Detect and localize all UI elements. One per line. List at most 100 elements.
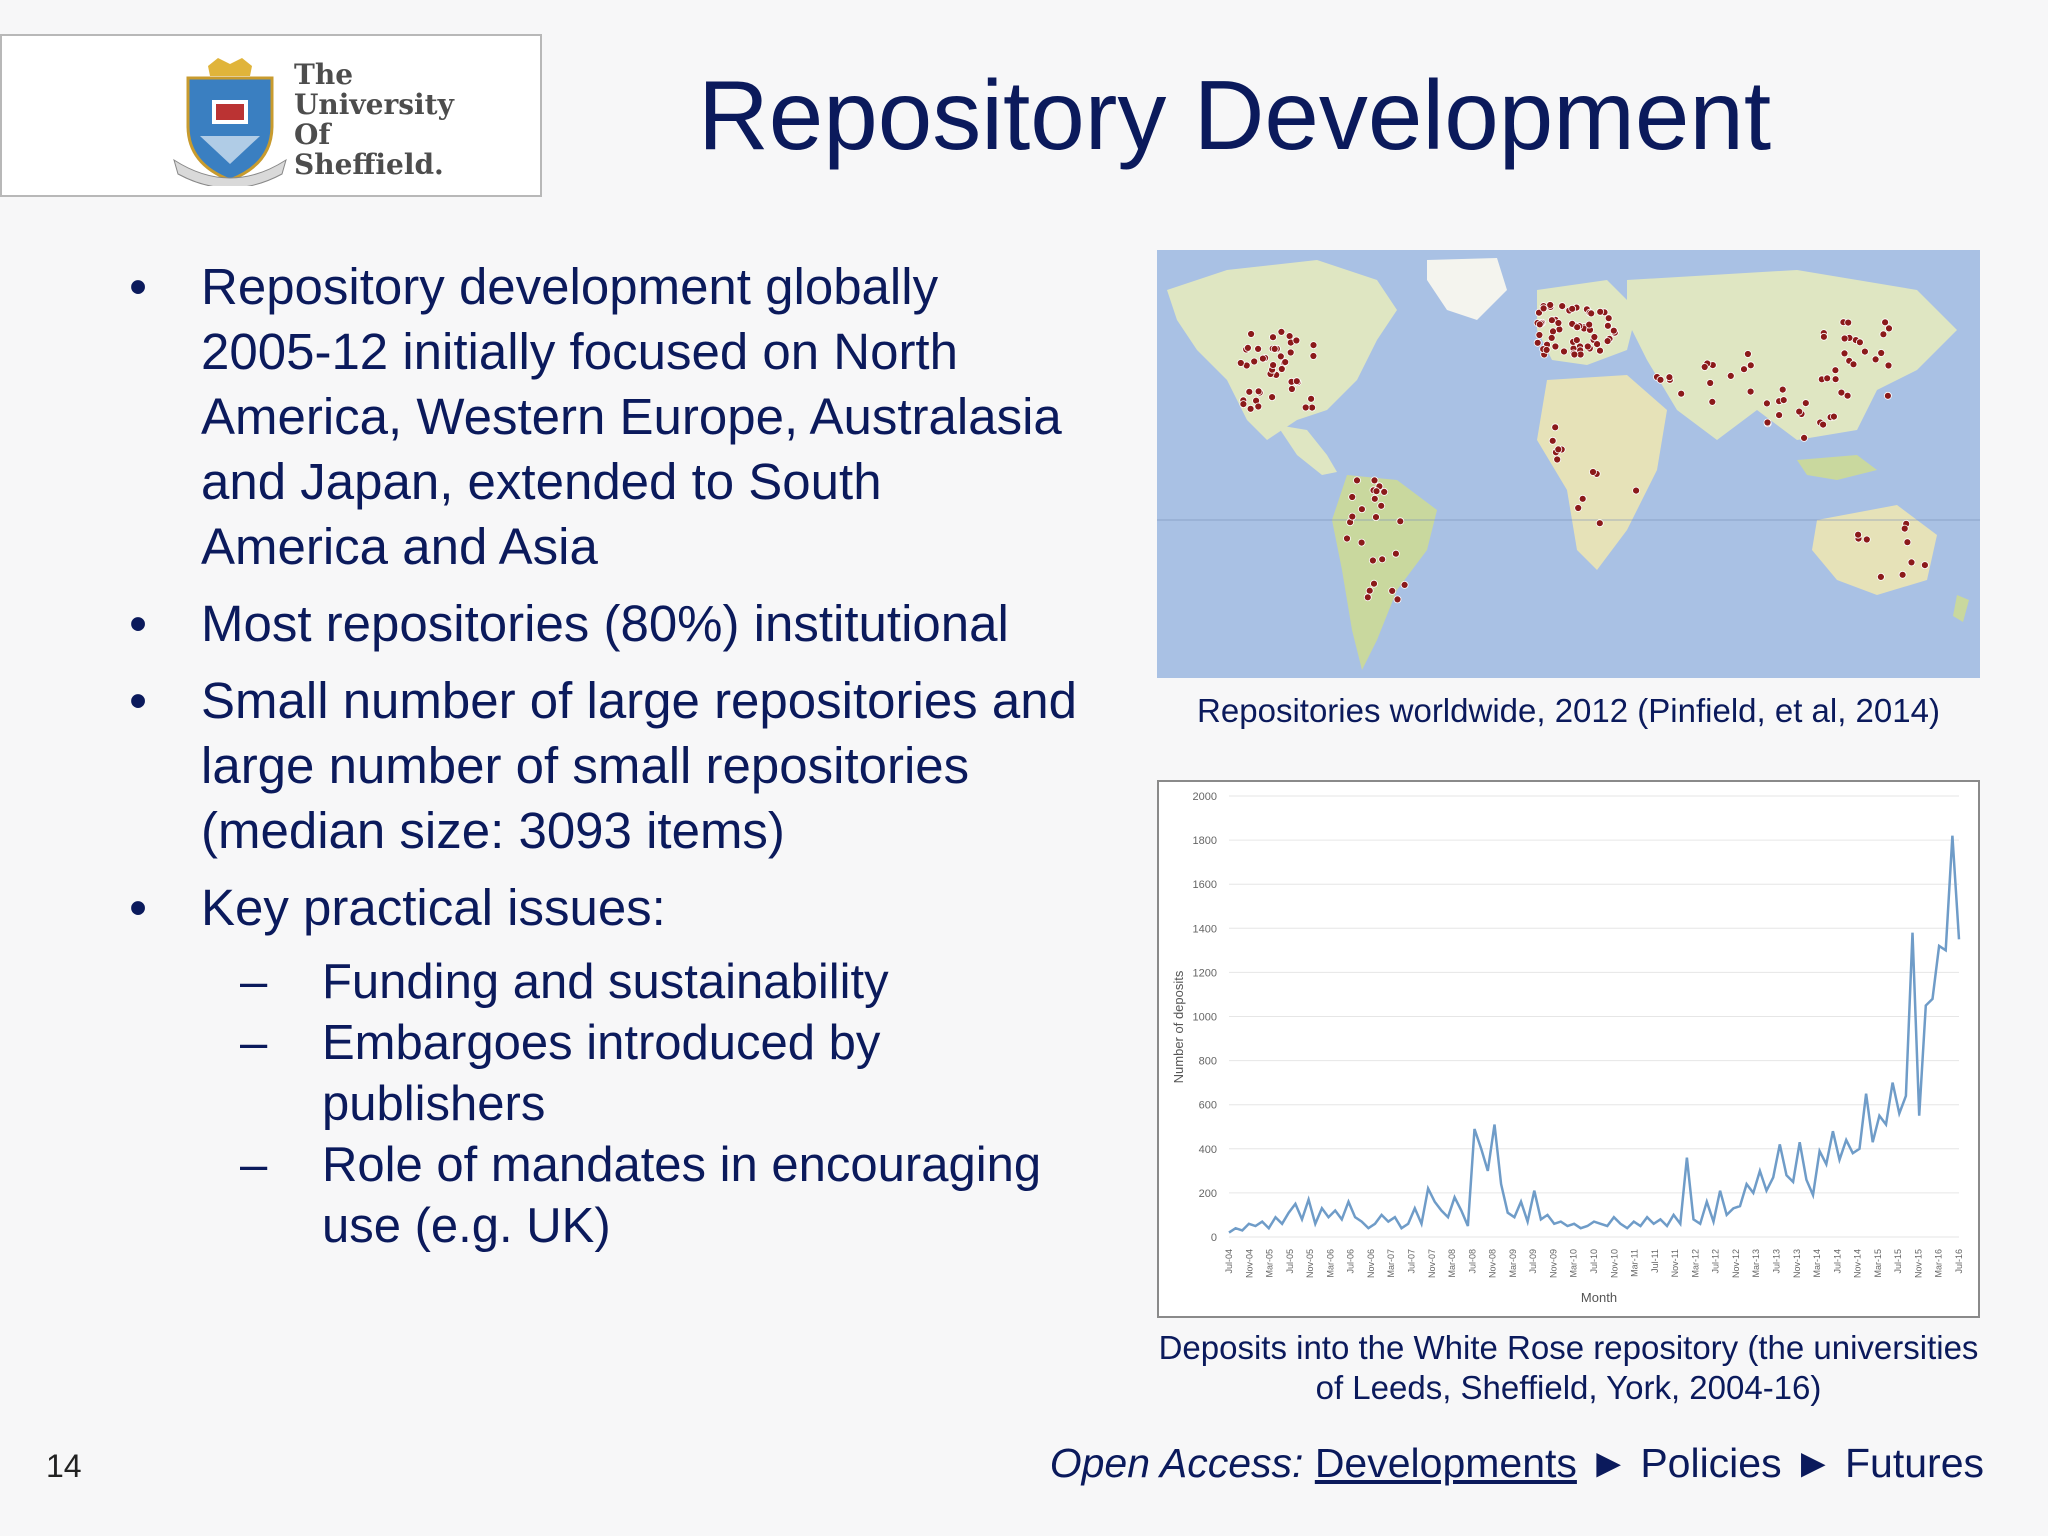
- repository-marker: [1377, 501, 1386, 510]
- footer-link-policies[interactable]: Policies: [1640, 1440, 1781, 1486]
- chart-caption: Deposits into the White Rose repository …: [1158, 1329, 1979, 1406]
- repository-marker: [1921, 561, 1929, 570]
- repository-marker: [1268, 393, 1276, 402]
- repository-marker: [1348, 493, 1357, 501]
- repository-marker: [1820, 332, 1828, 341]
- repository-marker: [1549, 327, 1557, 336]
- repository-marker: [1542, 346, 1551, 354]
- repository-marker: [1763, 418, 1772, 427]
- sub-bullet-text: Embargoes introduced by publishers: [322, 1016, 881, 1131]
- y-tick-label: 800: [1199, 1056, 1217, 1068]
- x-tick-label: Jul-08: [1467, 1249, 1477, 1274]
- repository-marker: [1877, 349, 1886, 357]
- repository-marker: [1779, 396, 1788, 405]
- repository-marker: [1778, 385, 1787, 394]
- repository-marker: [1740, 365, 1748, 374]
- slide-title: Repository Development: [698, 60, 1772, 170]
- repository-marker: [1596, 346, 1604, 355]
- x-tick-label: Mar-16: [1934, 1249, 1944, 1278]
- repository-marker: [1593, 340, 1602, 348]
- x-tick-label: Nov-05: [1305, 1249, 1315, 1278]
- repository-marker: [1585, 320, 1594, 329]
- repository-marker: [1700, 363, 1709, 371]
- bullet-item: • Repository development globally 2005-1…: [118, 254, 1078, 579]
- repository-marker: [1885, 324, 1893, 333]
- repository-marker: [1840, 349, 1849, 358]
- repository-marker: [1746, 387, 1755, 396]
- repository-marker: [1706, 379, 1715, 387]
- x-tick-label: Nov-15: [1913, 1249, 1923, 1278]
- x-tick-label: Nov-14: [1853, 1249, 1863, 1278]
- repository-marker: [1254, 402, 1263, 411]
- y-tick-label: 1800: [1193, 835, 1217, 847]
- repository-marker: [1609, 326, 1618, 335]
- repository-marker: [1548, 436, 1557, 445]
- repository-marker: [1861, 347, 1869, 356]
- repository-marker: [1590, 333, 1599, 341]
- repository-marker: [1281, 358, 1290, 366]
- sub-bullet-item: – Embargoes introduced by publishers: [118, 1013, 1078, 1135]
- repository-marker: [1819, 420, 1827, 429]
- repository-marker: [1831, 375, 1840, 384]
- repository-marker: [1357, 538, 1366, 547]
- repository-marker: [1843, 391, 1852, 400]
- sub-bullet-text: Role of mandates in encouraging use (e.g…: [322, 1138, 1042, 1253]
- world-map-graphic: [1157, 250, 1980, 678]
- repository-marker: [1254, 387, 1263, 396]
- x-tick-label: Jul-11: [1650, 1249, 1660, 1273]
- x-tick-label: Mar-05: [1265, 1249, 1275, 1278]
- repository-marker: [1370, 579, 1378, 588]
- repository-marker: [1309, 352, 1318, 360]
- x-tick-label: Jul-12: [1711, 1249, 1721, 1274]
- repository-marker: [1391, 549, 1400, 558]
- y-tick-label: 1200: [1193, 967, 1217, 979]
- x-tick-label: Mar-09: [1508, 1249, 1518, 1278]
- x-tick-label: Nov-04: [1244, 1249, 1254, 1278]
- repository-marker: [1246, 404, 1255, 413]
- footer-link-futures[interactable]: Futures: [1845, 1440, 1984, 1486]
- x-tick-label: Nov-11: [1670, 1249, 1680, 1277]
- repository-marker: [1830, 412, 1838, 421]
- bullet-marker: •: [129, 879, 147, 936]
- bullet-item: • Key practical issues:: [118, 875, 1078, 940]
- repository-marker: [1547, 316, 1556, 325]
- bullet-text: Most repositories (80%) institutional: [201, 595, 1009, 652]
- repository-marker: [1244, 344, 1252, 352]
- repository-marker: [1553, 455, 1562, 464]
- repository-marker: [1396, 517, 1405, 526]
- arrow-right-icon: ►: [1588, 1440, 1629, 1486]
- repository-marker: [1665, 373, 1674, 382]
- repository-marker: [1287, 385, 1296, 393]
- repository-marker: [1547, 334, 1556, 342]
- repository-marker: [1533, 338, 1542, 347]
- repository-marker: [1393, 595, 1402, 604]
- repository-marker: [1285, 332, 1294, 340]
- repository-marker: [1277, 365, 1286, 373]
- bullet-item: • Most repositories (80%) institutional: [118, 591, 1078, 656]
- y-tick-label: 400: [1199, 1144, 1217, 1156]
- x-tick-label: Jul-04: [1224, 1249, 1234, 1274]
- x-tick-label: Mar-07: [1386, 1249, 1396, 1278]
- y-tick-label: 1400: [1193, 923, 1217, 935]
- logo-line: Sheffield.: [294, 148, 444, 181]
- repository-marker: [1849, 360, 1858, 369]
- repository-marker: [1568, 304, 1577, 313]
- repository-marker: [1292, 377, 1301, 386]
- sub-bullet-marker: –: [240, 1016, 268, 1070]
- repository-marker: [1596, 307, 1605, 316]
- repository-marker: [1574, 504, 1583, 512]
- repository-marker: [1746, 361, 1755, 370]
- repository-marker: [1862, 535, 1871, 544]
- sub-bullet-item: – Funding and sustainability: [118, 952, 1078, 1013]
- repository-marker: [1907, 558, 1916, 567]
- repository-marker: [1353, 476, 1361, 485]
- repository-marker: [1388, 586, 1397, 595]
- bullet-marker: •: [129, 258, 147, 315]
- repository-marker: [1554, 319, 1563, 327]
- repository-marker: [1871, 355, 1880, 364]
- repository-marker: [1535, 320, 1544, 329]
- repository-marker: [1560, 347, 1568, 356]
- repository-marker: [1603, 337, 1612, 345]
- footer-link-developments[interactable]: Developments: [1315, 1440, 1577, 1486]
- repository-marker: [1370, 476, 1379, 485]
